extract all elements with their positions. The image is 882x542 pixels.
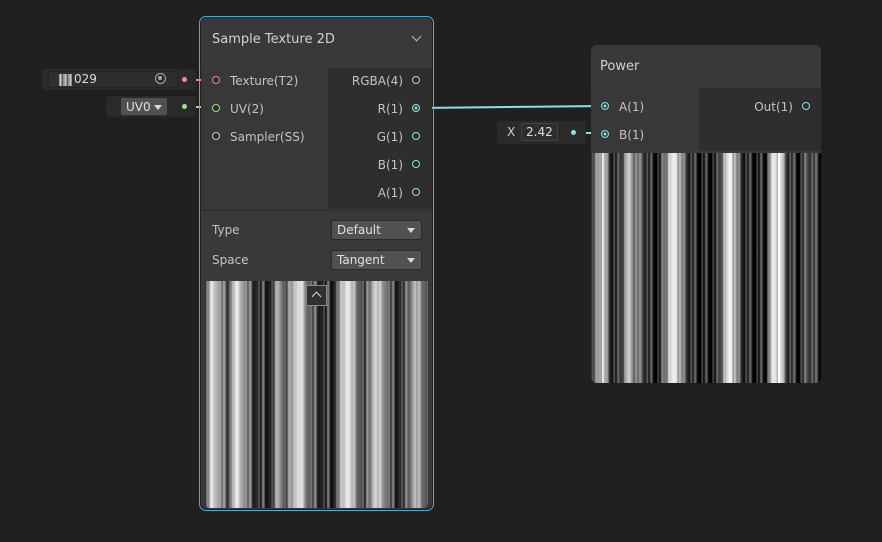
space-dropdown-value: Tangent xyxy=(337,253,385,267)
power-preview xyxy=(591,153,821,383)
texture-name: 029 xyxy=(74,72,97,86)
space-dropdown[interactable]: Tangent xyxy=(331,250,422,270)
texture-port[interactable] xyxy=(212,76,220,84)
texture-field[interactable]: 029 xyxy=(48,71,178,88)
b-value: 2.42 xyxy=(526,125,553,139)
uv-dropdown-value: UV0 xyxy=(126,100,151,114)
b-port[interactable] xyxy=(601,130,609,138)
a-port[interactable] xyxy=(412,188,420,196)
node-header[interactable]: Power xyxy=(591,45,821,87)
texture-thumbnail-icon xyxy=(59,74,72,86)
node-header[interactable]: Sample Texture 2D xyxy=(201,18,432,60)
b-port-label: B(1) xyxy=(619,128,645,142)
out-port[interactable] xyxy=(802,102,810,110)
a-port-label: A(1) xyxy=(619,100,645,114)
object-picker-icon[interactable] xyxy=(155,73,166,84)
type-dropdown-value: Default xyxy=(337,223,381,237)
uv-dropdown[interactable]: UV0 xyxy=(120,97,168,116)
g-port-label: G(1) xyxy=(376,130,403,144)
type-dropdown[interactable]: Default xyxy=(331,220,422,240)
r-to-a-edge xyxy=(417,105,606,109)
b-inline-input[interactable]: X 2.42 xyxy=(497,121,586,144)
texture-connector-dot xyxy=(182,77,187,82)
type-label: Type xyxy=(212,223,240,237)
node-outputs: RGBA(4) R(1) G(1) B(1) A(1) xyxy=(328,68,432,209)
uv-port[interactable] xyxy=(212,104,220,112)
node-inputs: Texture(T2) UV(2) Sampler(SS) xyxy=(201,68,327,209)
b-connector-dot xyxy=(571,130,576,135)
sample-texture-2d-node[interactable]: Sample Texture 2D Texture(T2) UV(2) Samp… xyxy=(201,18,432,509)
node-inputs: A(1) B(1) xyxy=(591,88,698,151)
rgba-port[interactable] xyxy=(412,76,420,84)
sampler-port-label: Sampler(SS) xyxy=(230,130,305,144)
sampler-port[interactable] xyxy=(212,132,220,140)
texture-preview xyxy=(205,281,428,508)
texture-port-label: Texture(T2) xyxy=(230,74,299,88)
out-port-label: Out(1) xyxy=(754,100,793,114)
a-port-label: A(1) xyxy=(377,186,403,200)
uv-inline-input[interactable]: UV0 xyxy=(106,96,196,117)
chevron-down-icon xyxy=(154,105,162,110)
node-outputs: Out(1) xyxy=(699,88,821,151)
r-port-label: R(1) xyxy=(377,102,403,116)
power-node[interactable]: Power A(1) B(1) Out(1) xyxy=(591,45,821,383)
b-port[interactable] xyxy=(412,160,420,168)
rgba-port-label: RGBA(4) xyxy=(351,74,403,88)
texture-inline-input[interactable]: 029 xyxy=(42,69,196,90)
collapse-preview-button[interactable] xyxy=(306,285,327,306)
chevron-up-icon xyxy=(311,291,322,302)
a-port[interactable] xyxy=(601,102,609,110)
chevron-down-icon xyxy=(407,258,415,263)
r-port[interactable] xyxy=(412,104,420,112)
space-label: Space xyxy=(212,253,249,267)
uv-connector-dot xyxy=(182,104,187,109)
node-title: Power xyxy=(600,59,640,74)
x-axis-label: X xyxy=(507,125,516,139)
b-port-label: B(1) xyxy=(377,158,403,172)
uv-port-label: UV(2) xyxy=(230,102,264,116)
g-port[interactable] xyxy=(412,132,420,140)
collapse-chevron-icon[interactable] xyxy=(411,31,422,42)
b-value-field[interactable]: 2.42 xyxy=(521,123,558,141)
node-settings: Type Default Space Tangent xyxy=(201,210,432,281)
chevron-down-icon xyxy=(407,228,415,233)
node-title: Sample Texture 2D xyxy=(212,32,335,47)
